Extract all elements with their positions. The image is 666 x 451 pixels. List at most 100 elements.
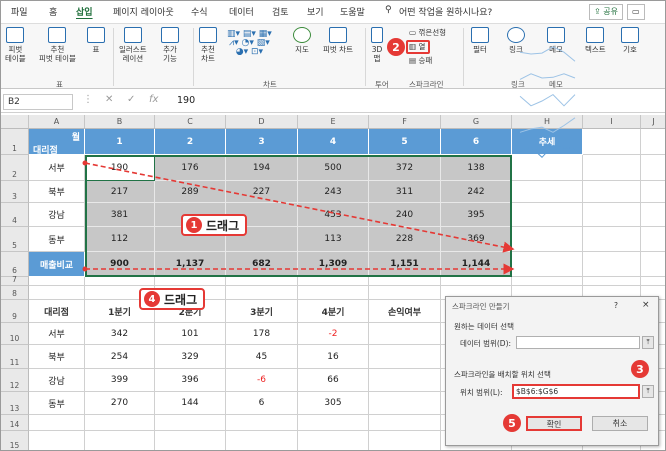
sparkline-cell[interactable] (512, 252, 583, 277)
data-cell[interactable]: 270 (85, 392, 155, 415)
recommended-charts-button[interactable]: 추천 차트 (199, 27, 217, 63)
ok-button[interactable]: 확인 (526, 416, 582, 431)
cell[interactable] (298, 415, 369, 431)
cell[interactable] (226, 415, 298, 431)
data-cell[interactable]: 227 (226, 181, 298, 203)
cell[interactable] (641, 181, 665, 203)
cell[interactable] (583, 129, 641, 155)
row-header[interactable]: 5 (1, 227, 29, 252)
data-cell[interactable]: -6 (226, 369, 298, 392)
data-cell[interactable]: 138 (441, 155, 512, 181)
row-header[interactable]: 7 (1, 275, 29, 286)
cell[interactable] (369, 415, 441, 431)
branch-name[interactable]: 북부 (29, 345, 85, 369)
data-cell[interactable]: 242 (441, 181, 512, 203)
cell[interactable] (583, 181, 641, 203)
data-cell[interactable]: 217 (85, 181, 155, 203)
tell-me-search[interactable]: 어떤 작업을 원하시나요? (399, 5, 492, 18)
sparkline-cell[interactable] (512, 203, 583, 227)
collapse-icon[interactable]: ⤒ (642, 385, 654, 398)
maps-button[interactable]: 지도 (293, 27, 311, 54)
formula-input[interactable]: 190 (177, 95, 195, 106)
data-cell[interactable]: 144 (155, 392, 226, 415)
data-cell[interactable]: 101 (155, 323, 226, 345)
cell[interactable] (85, 431, 155, 450)
cell[interactable] (641, 203, 665, 227)
cell[interactable] (298, 286, 369, 300)
cell[interactable] (85, 415, 155, 431)
3d-map-button[interactable]: 3D 맵 (371, 27, 383, 63)
comment-button[interactable]: 메모 (547, 27, 565, 54)
tab-view[interactable]: 보기 (307, 5, 324, 18)
column-header[interactable]: A (29, 115, 85, 129)
cell[interactable] (641, 155, 665, 181)
data-cell[interactable]: 176 (155, 155, 226, 181)
data-cell[interactable]: 1,144 (441, 252, 512, 277)
cell[interactable] (29, 286, 85, 300)
cell[interactable] (641, 129, 665, 155)
add-ins-button[interactable]: 추가 기능 (161, 27, 179, 63)
chart-types-gallery[interactable]: ▥▾ ▤▾ ▦▾ ⩘▾ ◔▾ ▧▾ ◕▾ ⊡▾ (227, 30, 272, 57)
recommended-pivot-button[interactable]: 추천 피벗 테이블 (39, 27, 76, 63)
row-header[interactable]: 9 (1, 300, 29, 323)
column-header[interactable]: G (441, 115, 512, 129)
help-icon[interactable]: ? (614, 301, 618, 310)
row-header[interactable]: 4 (1, 203, 29, 227)
table-header[interactable]: 3분기 (226, 300, 298, 323)
data-cell[interactable]: 1,309 (298, 252, 369, 277)
function-icon[interactable]: fx (149, 94, 158, 105)
cell[interactable] (641, 277, 665, 286)
row-header[interactable]: 1 (1, 129, 29, 155)
illustrations-button[interactable]: 일러스트 레이션 (119, 27, 147, 63)
data-cell[interactable]: 311 (369, 181, 441, 203)
cell[interactable] (583, 252, 641, 277)
pivot-table-button[interactable]: 피벗 테이블 (5, 27, 26, 63)
comments-button[interactable]: ▭ (627, 4, 645, 20)
data-cell[interactable]: 6 (226, 392, 298, 415)
trend-header[interactable]: 추세 (512, 129, 583, 155)
table-header[interactable]: 손익여부 (369, 300, 441, 323)
data-cell[interactable]: 395 (441, 203, 512, 227)
enter-icon[interactable]: ✓ (127, 94, 135, 105)
data-cell[interactable] (369, 345, 441, 369)
cell[interactable] (298, 431, 369, 450)
symbols-button[interactable]: 기호 (621, 27, 639, 54)
branch-name[interactable]: 동부 (29, 227, 85, 252)
branch-name[interactable]: 서부 (29, 323, 85, 345)
tab-home[interactable]: 홈 (49, 5, 57, 18)
cell[interactable] (29, 431, 85, 450)
data-cell[interactable]: 1,137 (155, 252, 226, 277)
sparkline-winloss-button[interactable]: ▤ 승패 (409, 56, 432, 65)
row-header[interactable]: 2 (1, 155, 29, 181)
column-header[interactable]: E (298, 115, 369, 129)
row-header[interactable]: 13 (1, 392, 29, 415)
data-cell[interactable]: 305 (298, 392, 369, 415)
cell[interactable] (369, 286, 441, 300)
column-header[interactable]: D (226, 115, 298, 129)
cell[interactable] (583, 277, 641, 286)
data-cell[interactable] (369, 323, 441, 345)
column-header[interactable]: F (369, 115, 441, 129)
data-cell[interactable]: 240 (369, 203, 441, 227)
cell[interactable] (641, 252, 665, 277)
data-cell[interactable]: 1,151 (369, 252, 441, 277)
cancel-button[interactable]: 취소 (592, 416, 648, 431)
row-header[interactable]: 8 (1, 286, 29, 300)
row-header[interactable]: 12 (1, 369, 29, 392)
cell[interactable] (226, 431, 298, 450)
share-button[interactable]: ⇪ 공유 (589, 4, 623, 20)
sparkline-line-button[interactable]: ▭ 꺾은선형 (409, 28, 446, 37)
column-header[interactable]: B (85, 115, 155, 129)
data-cell[interactable]: 329 (155, 345, 226, 369)
data-cell[interactable]: 254 (85, 345, 155, 369)
data-cell[interactable]: 45 (226, 345, 298, 369)
data-cell[interactable]: 342 (85, 323, 155, 345)
data-cell[interactable]: 372 (369, 155, 441, 181)
cell[interactable] (155, 431, 226, 450)
data-cell[interactable] (369, 392, 441, 415)
data-cell[interactable] (369, 369, 441, 392)
data-cell[interactable]: 396 (155, 369, 226, 392)
tab-help[interactable]: 도움말 (340, 5, 365, 18)
column-header[interactable]: I (583, 115, 641, 129)
link-button[interactable]: 링크 (507, 27, 525, 54)
